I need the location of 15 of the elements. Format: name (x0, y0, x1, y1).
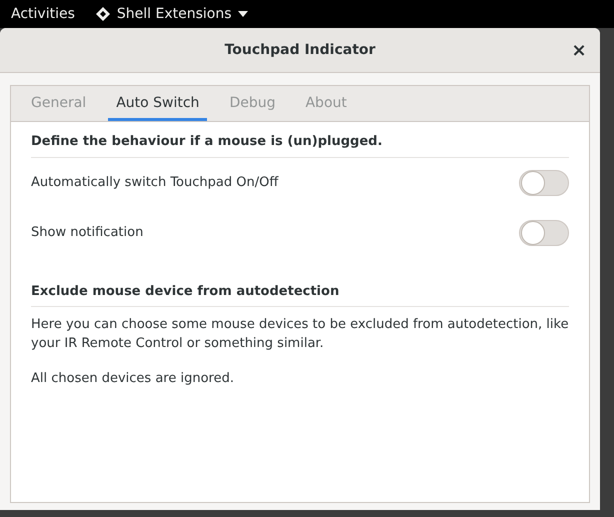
caret-icon (238, 11, 248, 17)
section-heading: Exclude mouse device from autodetection (31, 282, 569, 307)
setting-label: Show notification (31, 224, 144, 242)
toggle-switch[interactable] (519, 220, 569, 246)
section-heading: Define the behaviour if a mouse is (un)plugged. (31, 132, 569, 158)
description-text: Here you can choose some mouse devices to be excluded from autodetection, like your IR Remote Control or something similar. (31, 316, 569, 353)
setting-label: Automatically switch Touchpad On/Off (31, 174, 278, 192)
description-text: All chosen devices are ignored. (31, 370, 235, 388)
activities-button[interactable]: Activities (11, 4, 75, 24)
window-title: Touchpad Indicator (224, 40, 376, 60)
close-button[interactable]: × (566, 37, 592, 63)
app-menu[interactable]: Shell Extensions (94, 4, 248, 24)
tab[interactable]: Auto Switch (108, 89, 208, 121)
puzzle-icon (94, 6, 111, 22)
toggle-switch[interactable] (519, 170, 569, 196)
